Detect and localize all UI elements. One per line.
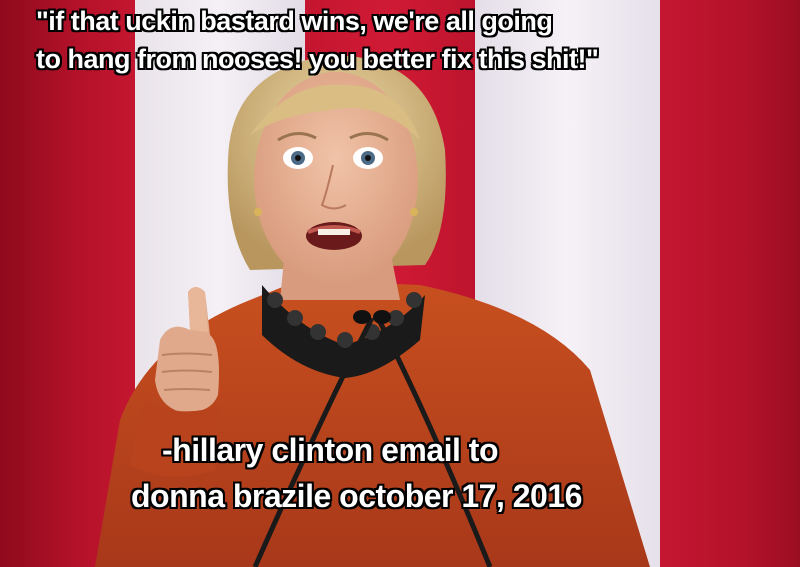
- meme-image: "if that uckin bastard wins, we're all g…: [0, 0, 800, 567]
- thumbs-up-hand: [155, 287, 219, 413]
- bottom-caption-line-1: -hillary clinton email to: [162, 432, 499, 468]
- top-caption-line-2: to hang from nooses! you better fix this…: [36, 44, 599, 74]
- bottom-caption-line-2: donna brazile october 17, 2016: [131, 478, 582, 514]
- top-caption-line-1: "if that uckin bastard wins, we're all g…: [36, 6, 553, 36]
